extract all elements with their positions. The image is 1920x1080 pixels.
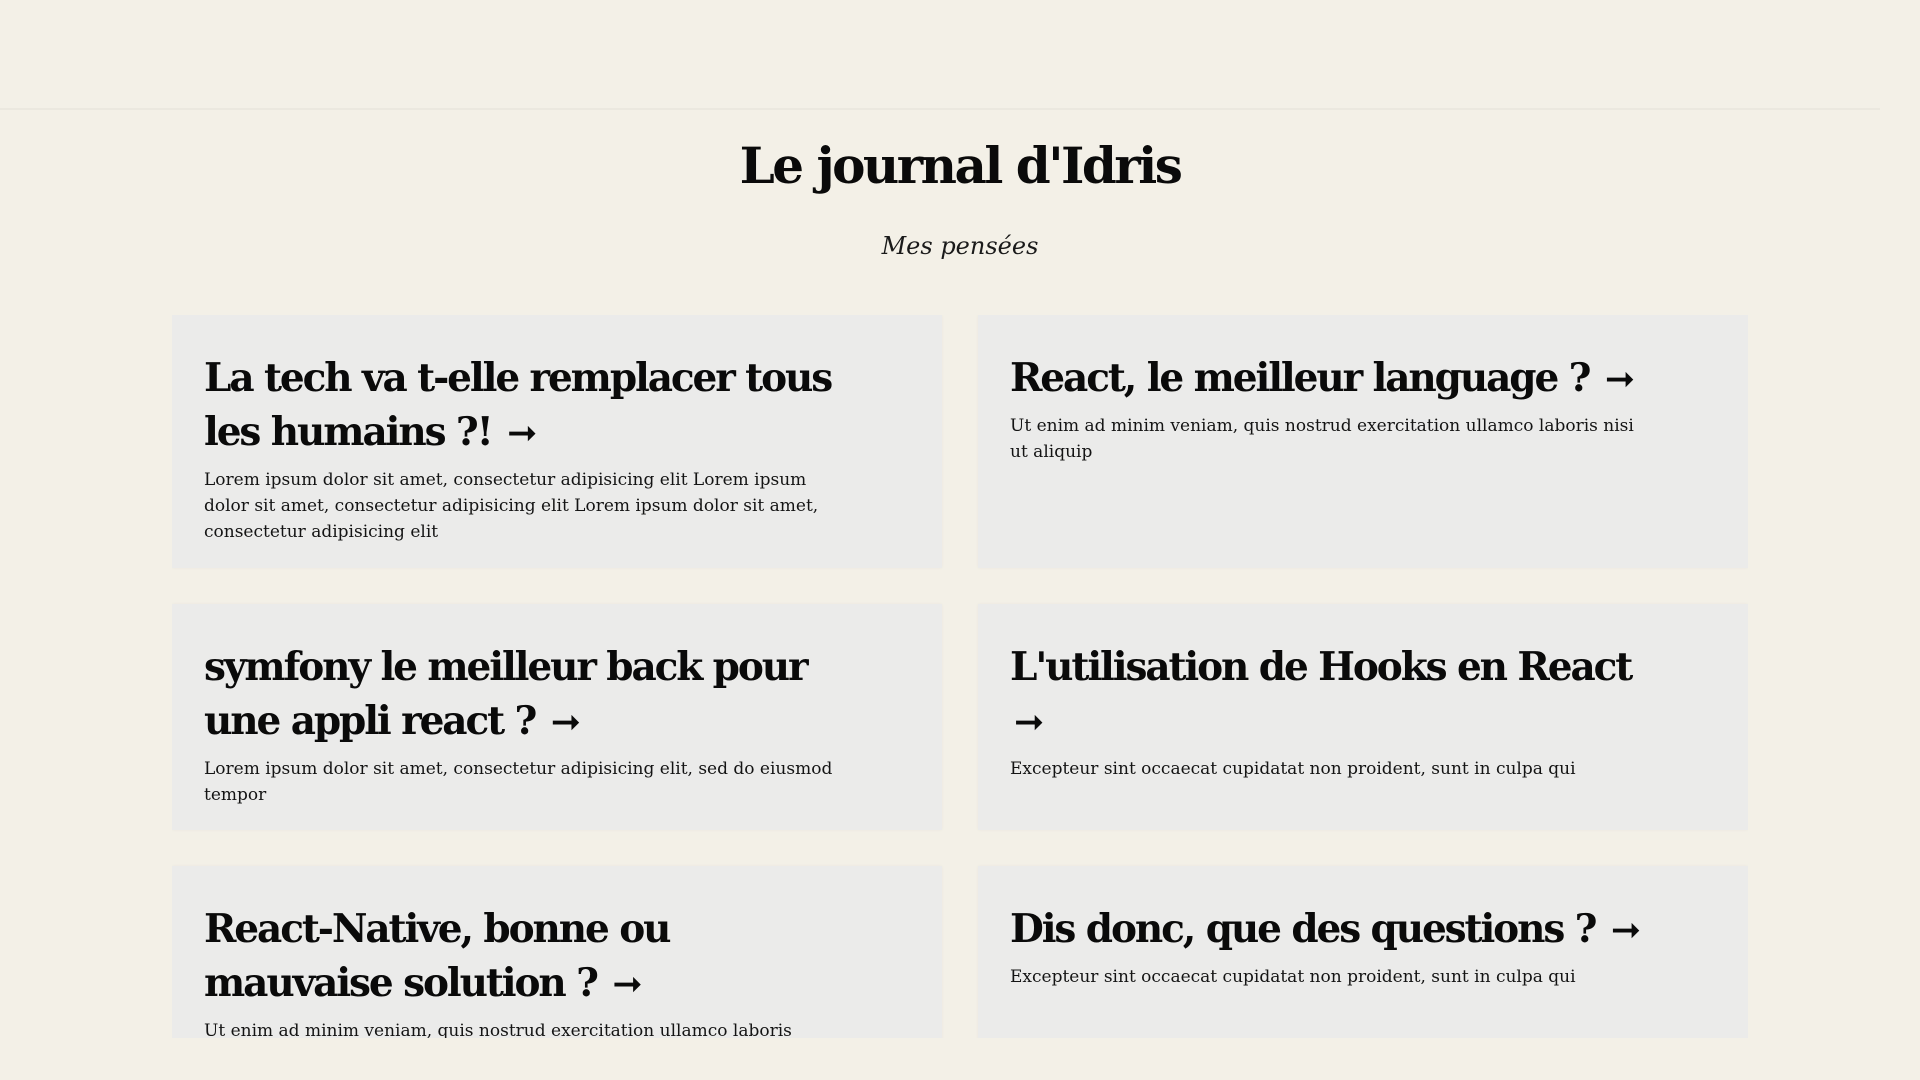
post-excerpt: Lorem ipsum dolor sit amet, consectetur … <box>204 759 833 805</box>
post-excerpt: Lorem ipsum dolor sit amet, consectetur … <box>204 470 819 542</box>
post-title[interactable]: L'utilisation de Hooks en React ➞ <box>1010 640 1650 750</box>
arrow-right-icon: ➞ <box>550 702 581 743</box>
post-title[interactable]: La tech va t-elle remplacer tous les hum… <box>204 351 844 461</box>
post-title-text: L'utilisation de Hooks en React <box>1010 644 1633 690</box>
arrow-right-icon: ➞ <box>612 964 643 1005</box>
arrow-right-icon: ➞ <box>1604 359 1636 400</box>
post-title-text: symfony le meilleur back pour une appli … <box>204 644 809 744</box>
post-title[interactable]: symfony le meilleur back pour une appli … <box>204 640 844 750</box>
post-title[interactable]: Dis donc, que des questions ? ➞ <box>1010 902 1650 958</box>
post-title[interactable]: React, le meilleur language ? ➞ <box>1010 351 1650 407</box>
post-excerpt: Ut enim ad minim veniam, quis nostrud ex… <box>1010 416 1634 462</box>
posts-grid: La tech va t-elle remplacer tous les hum… <box>172 315 1748 1038</box>
arrow-right-icon: ➞ <box>1610 910 1642 951</box>
post-card-tech-humains[interactable]: La tech va t-elle remplacer tous les hum… <box>172 315 942 568</box>
post-title-text: React-Native, bonne ou mauvaise solution… <box>204 906 671 1006</box>
post-card-questions[interactable]: Dis donc, que des questions ? ➞ Excepteu… <box>978 866 1748 1038</box>
post-title[interactable]: React-Native, bonne ou mauvaise solution… <box>204 902 844 1012</box>
arrow-right-icon: ➞ <box>1014 702 1045 743</box>
post-excerpt: Excepteur sint occaecat cupidatat non pr… <box>1010 967 1576 987</box>
page-title: Le journal d'Idris <box>739 136 1183 195</box>
post-title-text: Dis donc, que des questions ? <box>1010 906 1598 952</box>
post-card-hooks-react[interactable]: L'utilisation de Hooks en React ➞ Except… <box>978 604 1748 830</box>
post-excerpt: Excepteur sint occaecat cupidatat non pr… <box>1010 759 1576 779</box>
post-excerpt: Ut enim ad minim veniam, quis nostrud ex… <box>204 1021 792 1038</box>
post-card-react-language[interactable]: React, le meilleur language ? ➞ Ut enim … <box>978 315 1748 568</box>
post-title-text: React, le meilleur language ? <box>1010 355 1591 401</box>
post-card-react-native[interactable]: React-Native, bonne ou mauvaise solution… <box>172 866 942 1038</box>
header-divider <box>0 108 1880 110</box>
arrow-right-icon: ➞ <box>507 413 538 454</box>
page-subtitle: Mes pensées <box>881 232 1039 260</box>
post-card-symfony-back[interactable]: symfony le meilleur back pour une appli … <box>172 604 942 830</box>
